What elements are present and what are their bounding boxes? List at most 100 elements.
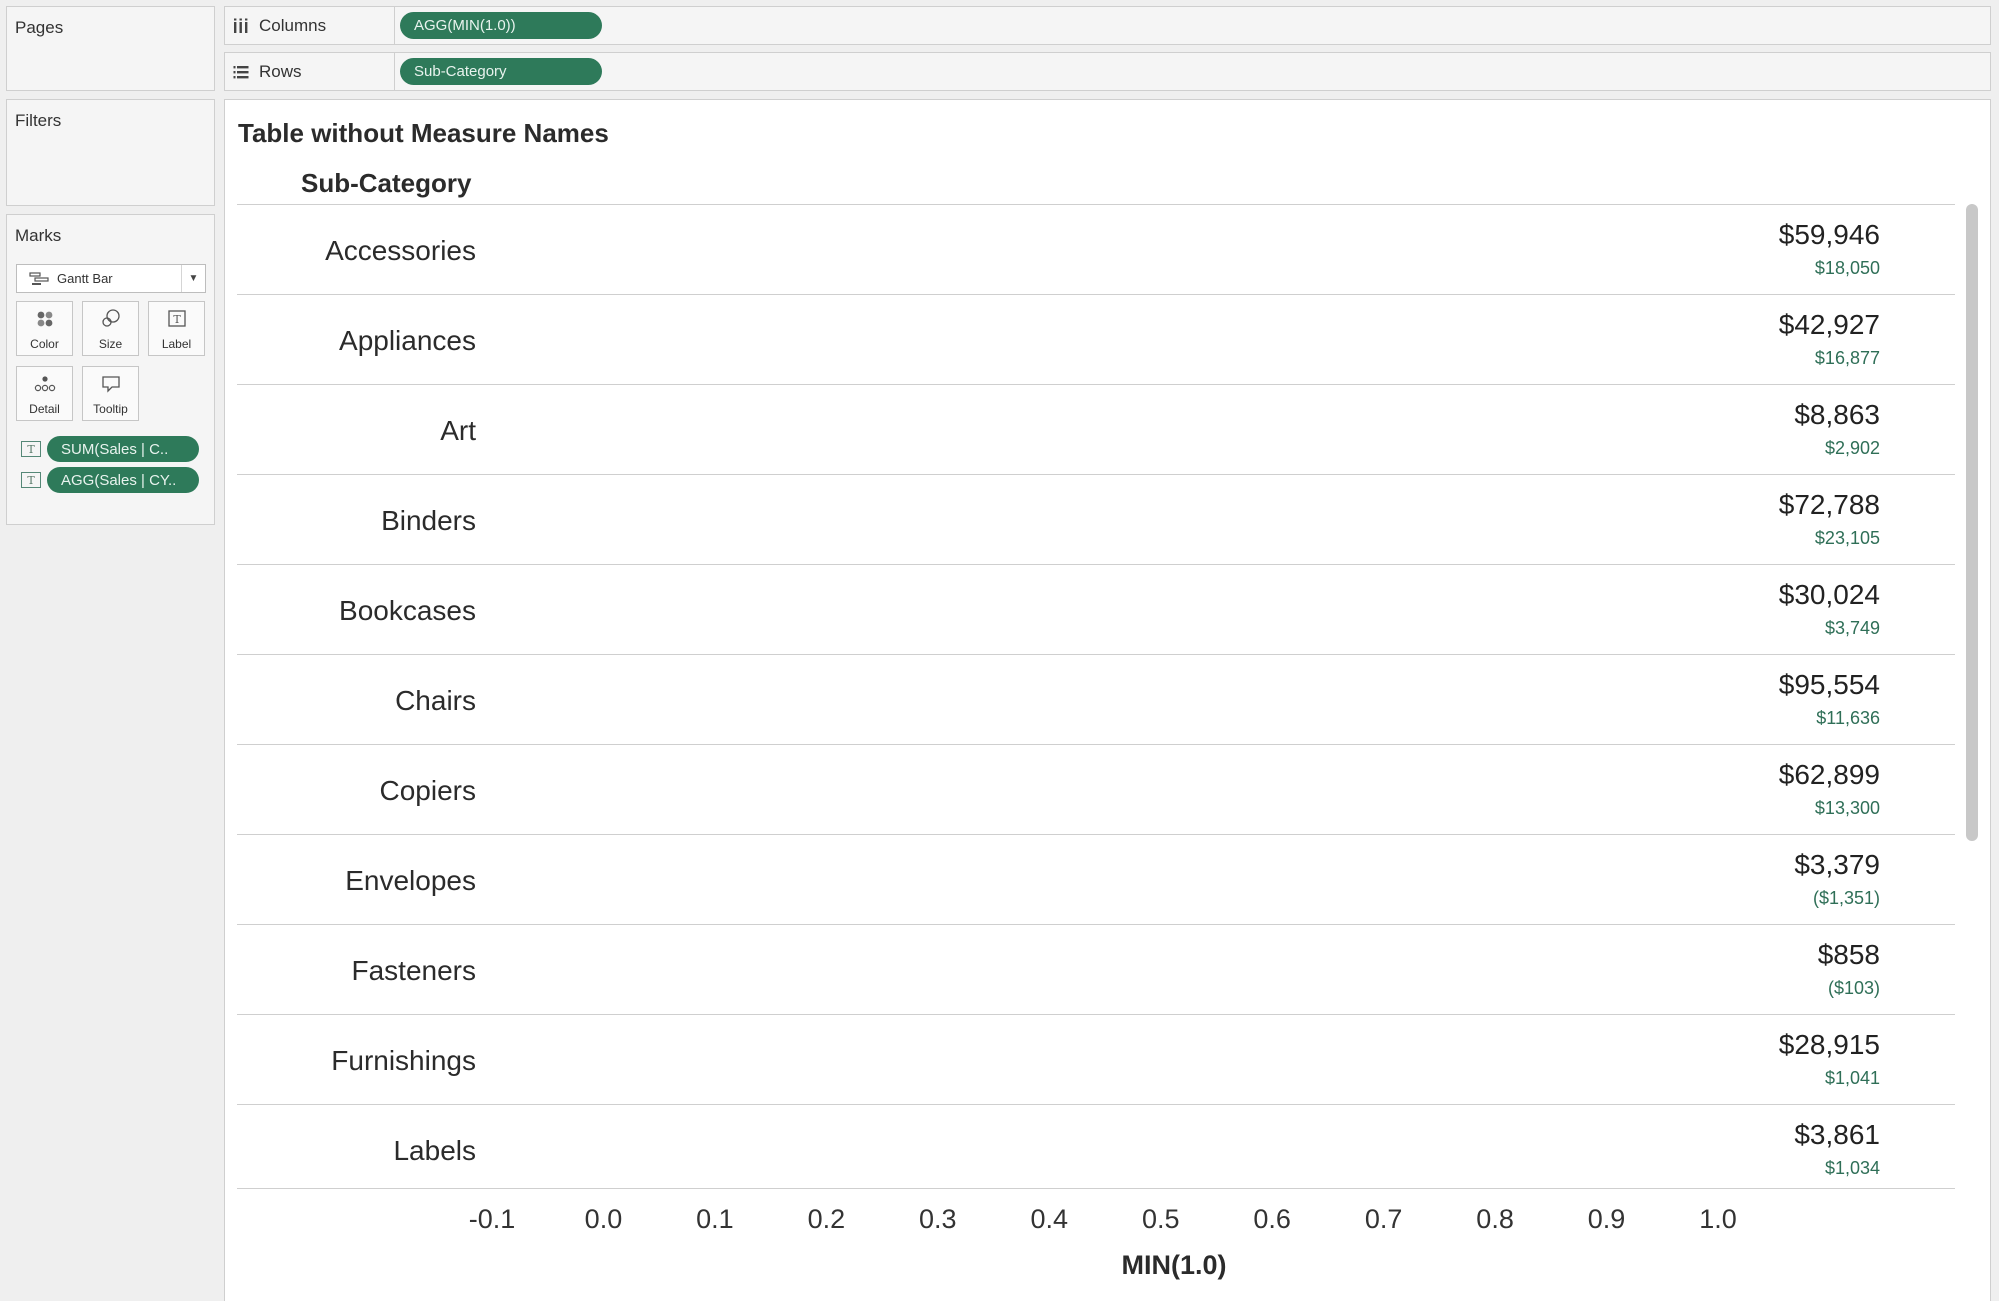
sales-difference-value[interactable]: ($1,351) <box>1813 888 1880 909</box>
pages-title: Pages <box>15 18 64 37</box>
sales-difference-value[interactable]: $18,050 <box>1815 258 1880 279</box>
category-label[interactable]: Bookcases <box>339 595 476 627</box>
sub-category-header[interactable]: Sub-Category <box>301 168 471 199</box>
text-encoding-icon[interactable]: T <box>21 472 41 488</box>
category-label[interactable]: Labels <box>393 1135 476 1167</box>
color-icon <box>37 311 52 327</box>
sales-value[interactable]: $95,554 <box>1779 669 1880 701</box>
filters-card[interactable]: Filters <box>6 99 215 206</box>
axis-tick-label: 0.9 <box>1587 1204 1626 1234</box>
columns-label: Columns <box>259 15 327 35</box>
category-label[interactable]: Envelopes <box>345 865 476 897</box>
mark-type-dropdown[interactable]: Gantt Bar ▼ <box>16 264 206 293</box>
sales-difference-value[interactable]: $13,300 <box>1815 798 1880 819</box>
data-table: Accessories $59,946 $18,050 Appliances $42,9… <box>237 204 1955 1189</box>
sales-value[interactable]: $3,379 <box>1794 849 1880 881</box>
detail-icon <box>34 376 55 392</box>
axis-title[interactable]: MIN(1.0) <box>1121 1250 1226 1281</box>
color-button-label: Color <box>30 337 59 351</box>
category-label[interactable]: Chairs <box>395 685 476 717</box>
category-label[interactable]: Furnishings <box>331 1045 476 1077</box>
x-axis[interactable]: -0.1 0.0 0.1 0.2 0.3 0.4 0.5 0.6 0.7 0.8 0.9 1.0 MI… <box>237 1192 1955 1301</box>
sales-value[interactable]: $62,899 <box>1779 759 1880 791</box>
table-row[interactable]: Art $8,863 $2,902 <box>237 384 1955 474</box>
category-label[interactable]: Binders <box>381 505 476 537</box>
pages-card[interactable]: Pages <box>6 6 215 91</box>
sheet-title[interactable]: Table without Measure Names <box>238 118 609 149</box>
vertical-scrollbar[interactable] <box>1966 204 1978 841</box>
sales-value[interactable]: $72,788 <box>1779 489 1880 521</box>
table-row[interactable]: Accessories $59,946 $18,050 <box>237 204 1955 294</box>
rows-shelf-label: Rows <box>225 53 395 90</box>
sales-value[interactable]: $8,863 <box>1794 399 1880 431</box>
axis-tick-label: 0.3 <box>919 1204 957 1234</box>
columns-shelf-label: Columns <box>225 7 395 44</box>
sales-difference-value[interactable]: $3,749 <box>1825 618 1880 639</box>
table-row[interactable]: Copiers $62,899 $13,300 <box>237 744 1955 834</box>
sales-difference-value[interactable]: $1,034 <box>1825 1158 1880 1179</box>
columns-icon <box>234 18 248 33</box>
table-row[interactable]: Appliances $42,927 $16,877 <box>237 294 1955 384</box>
size-button-label: Size <box>98 337 123 351</box>
axis-tick-label: 0.1 <box>696 1204 734 1234</box>
columns-shelf[interactable]: Columns AGG(MIN(1.0)) <box>224 6 1991 45</box>
sales-difference-value[interactable]: $16,877 <box>1815 348 1880 369</box>
marks-field-row: T SUM(Sales | C.. <box>21 436 199 462</box>
table-row[interactable]: Binders $72,788 $23,105 <box>237 474 1955 564</box>
sales-value[interactable]: $858 <box>1818 939 1880 971</box>
table-row[interactable]: Labels $3,861 $1,034 <box>237 1104 1955 1189</box>
marks-field-pill[interactable]: SUM(Sales | C.. <box>47 436 199 462</box>
rows-shelf[interactable]: Rows Sub-Category <box>224 52 1991 91</box>
axis-tick-label: 0.4 <box>1030 1204 1069 1234</box>
columns-pill[interactable]: AGG(MIN(1.0)) <box>400 12 602 39</box>
category-label[interactable]: Accessories <box>325 235 476 267</box>
gantt-bar-icon <box>29 271 49 285</box>
rows-pill[interactable]: Sub-Category <box>400 58 602 85</box>
rows-icon <box>233 65 249 78</box>
category-label[interactable]: Copiers <box>380 775 476 807</box>
sales-value[interactable]: $30,024 <box>1779 579 1880 611</box>
marks-field-row: T AGG(Sales | CY.. <box>21 467 199 493</box>
sales-difference-value[interactable]: $1,041 <box>1825 1068 1880 1089</box>
category-label[interactable]: Art <box>440 415 476 447</box>
rows-label: Rows <box>259 61 302 81</box>
axis-tick-label: 0.7 <box>1364 1204 1403 1234</box>
axis-tick-label: 0.5 <box>1141 1204 1180 1234</box>
sales-value[interactable]: $3,861 <box>1794 1119 1880 1151</box>
svg-text:T: T <box>173 313 181 326</box>
table-row[interactable]: Envelopes $3,379 ($1,351) <box>237 834 1955 924</box>
sales-value[interactable]: $42,927 <box>1779 309 1880 341</box>
text-encoding-icon[interactable]: T <box>21 441 41 457</box>
sales-difference-value[interactable]: $2,902 <box>1825 438 1880 459</box>
axis-tick-label: -0.1 <box>468 1204 516 1234</box>
category-label[interactable]: Appliances <box>339 325 476 357</box>
marks-card: Marks Gantt Bar ▼ Color Size T Label Det… <box>6 214 215 525</box>
view-area: Table without Measure Names Sub-Category… <box>224 99 1991 1301</box>
tooltip-button-label: Tooltip <box>93 402 128 416</box>
size-button[interactable]: Size <box>82 301 139 356</box>
sales-value[interactable]: $59,946 <box>1779 219 1880 251</box>
sales-difference-value[interactable]: $11,636 <box>1816 708 1880 729</box>
table-row[interactable]: Fasteners $858 ($103) <box>237 924 1955 1014</box>
color-button[interactable]: Color <box>16 301 73 356</box>
axis-tick-label: 0.2 <box>807 1204 846 1234</box>
sales-value[interactable]: $28,915 <box>1779 1029 1880 1061</box>
detail-button[interactable]: Detail <box>16 366 73 421</box>
label-button[interactable]: T Label <box>148 301 205 356</box>
category-label[interactable]: Fasteners <box>352 955 477 987</box>
size-icon <box>101 309 120 327</box>
chevron-down-icon[interactable]: ▼ <box>181 265 205 292</box>
tooltip-button[interactable]: Tooltip <box>82 366 139 421</box>
table-row[interactable]: Furnishings $28,915 $1,041 <box>237 1014 1955 1104</box>
axis-tick-label: 0.8 <box>1476 1204 1514 1234</box>
table-row[interactable]: Bookcases $30,024 $3,749 <box>237 564 1955 654</box>
marks-title: Marks <box>15 226 62 245</box>
sales-difference-value[interactable]: ($103) <box>1828 978 1880 999</box>
sales-difference-value[interactable]: $23,105 <box>1815 528 1880 549</box>
axis-tick-label: 0.6 <box>1253 1204 1291 1234</box>
label-icon: T <box>167 310 186 327</box>
axis-tick-label: 1.0 <box>1699 1204 1737 1234</box>
mark-type-label: Gantt Bar <box>57 271 113 286</box>
table-row[interactable]: Chairs $95,554 $11,636 <box>237 654 1955 744</box>
marks-field-pill[interactable]: AGG(Sales | CY.. <box>47 467 199 493</box>
